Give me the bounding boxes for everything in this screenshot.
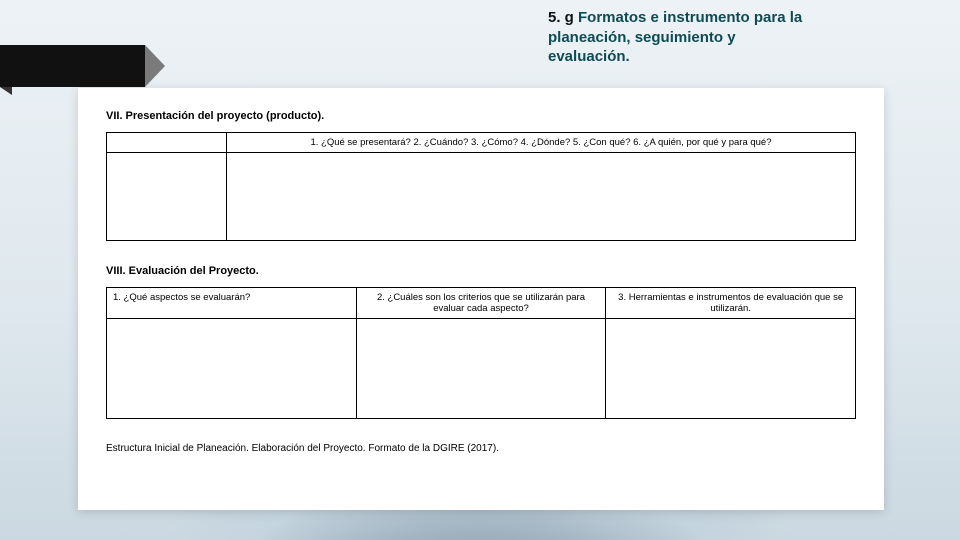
- slide-ribbon: [0, 35, 180, 95]
- table-header-col3: 3. Herramientas e instrumentos de evalua…: [606, 288, 856, 319]
- table-cell-blank: [356, 319, 606, 419]
- table-header-col1: 1. ¿Qué aspectos se evaluarán?: [107, 288, 357, 319]
- table-evaluacion: 1. ¿Qué aspectos se evaluarán? 2. ¿Cuále…: [106, 287, 856, 419]
- footer-note: Estructura Inicial de Planeación. Elabor…: [106, 443, 856, 454]
- section-vii-heading: VII. Presentación del proyecto (producto…: [106, 110, 856, 122]
- table-cell-blank: [606, 319, 856, 419]
- table-row: 1. ¿Qué aspectos se evaluarán? 2. ¿Cuále…: [107, 288, 856, 319]
- table-cell-questions: 1. ¿Qué se presentará? 2. ¿Cuándo? 3. ¿C…: [227, 133, 856, 153]
- table-cell-blank: [107, 153, 227, 241]
- section-viii-heading: VIII. Evaluación del Proyecto.: [106, 265, 856, 277]
- table-row: 1. ¿Qué se presentará? 2. ¿Cuándo? 3. ¿C…: [107, 133, 856, 153]
- table-row: [107, 153, 856, 241]
- table-row: [107, 319, 856, 419]
- table-presentacion: 1. ¿Qué se presentará? 2. ¿Cuándo? 3. ¿C…: [106, 132, 856, 241]
- title-prefix: 5. g: [548, 9, 574, 26]
- table-header-col2: 2. ¿Cuáles son los criterios que se util…: [356, 288, 606, 319]
- table-cell-blank: [107, 319, 357, 419]
- title-rest: Formatos e instrumento para la planeació…: [548, 9, 802, 65]
- table-cell-blank: [227, 153, 856, 241]
- page-title: 5. g Formatos e instrumento para la plan…: [548, 8, 808, 67]
- document-page: VII. Presentación del proyecto (producto…: [78, 88, 884, 510]
- table-cell-blank: [107, 133, 227, 153]
